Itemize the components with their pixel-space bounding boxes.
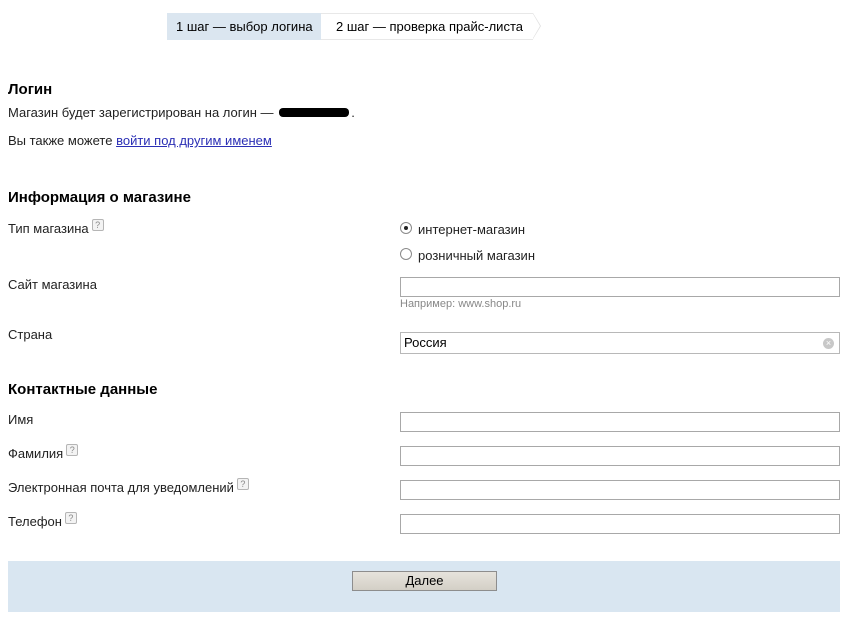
shop-type-label: Тип магазина?: [8, 219, 104, 236]
steps-breadcrumb: 1 шаг — выбор логина 2 шаг — проверка пр…: [167, 13, 541, 40]
next-button[interactable]: Далее: [352, 571, 497, 591]
last-name-label: Фамилия?: [8, 444, 79, 461]
radio-online-shop[interactable]: интернет-магазин: [400, 221, 526, 237]
help-icon[interactable]: ?: [91, 219, 104, 231]
help-icon[interactable]: ?: [66, 444, 79, 456]
other-name-link[interactable]: войти под другим именем: [116, 133, 272, 148]
form-footer: Далее: [8, 561, 840, 612]
phone-label-text: Телефон: [8, 514, 62, 529]
registered-login-text: Магазин будет зарегистрирован на логин —…: [8, 105, 355, 120]
first-name-label: Имя: [8, 412, 34, 427]
other-login-prefix: Вы также можете: [8, 133, 113, 148]
login-section-title: Логин: [8, 81, 53, 98]
last-name-label-text: Фамилия: [8, 446, 64, 461]
radio-button-checked[interactable]: [400, 221, 412, 234]
step-2: 2 шаг — проверка прайс-листа: [321, 13, 541, 40]
phone-input[interactable]: [400, 514, 840, 534]
contacts-section-title: Контактные данные: [8, 381, 158, 398]
clear-icon[interactable]: ×: [823, 338, 834, 349]
email-label-text: Электронная почта для уведомлений: [8, 480, 234, 495]
help-icon[interactable]: ?: [236, 478, 249, 490]
last-name-input[interactable]: [400, 446, 840, 466]
registered-login-suffix: .: [351, 105, 355, 120]
country-value: Россия: [404, 335, 447, 350]
radio-button-unchecked[interactable]: [400, 247, 412, 260]
step-1: 1 шаг — выбор логина: [167, 13, 329, 40]
shop-type-label-text: Тип магазина: [8, 221, 89, 236]
radio-retail-shop-label: розничный магазин: [418, 248, 535, 263]
other-login-text: Вы также можете войти под другим именем: [8, 133, 272, 148]
country-label: Страна: [8, 327, 53, 342]
redacted-login: [279, 108, 350, 118]
shop-info-section-title: Информация о магазине: [8, 189, 191, 206]
radio-retail-shop[interactable]: розничный магазин: [400, 247, 535, 263]
help-icon[interactable]: ?: [64, 512, 77, 524]
site-input[interactable]: [400, 277, 840, 297]
radio-online-shop-label: интернет-магазин: [418, 222, 526, 237]
registered-login-prefix: Магазин будет зарегистрирован на логин —: [8, 105, 274, 120]
site-hint: Например: www.shop.ru: [400, 298, 522, 310]
first-name-input[interactable]: [400, 412, 840, 432]
email-input[interactable]: [400, 480, 840, 500]
email-label: Электронная почта для уведомлений?: [8, 478, 249, 495]
site-label: Сайт магазина: [8, 277, 97, 292]
phone-label: Телефон?: [8, 512, 77, 529]
country-select[interactable]: Россия ×: [400, 332, 840, 354]
